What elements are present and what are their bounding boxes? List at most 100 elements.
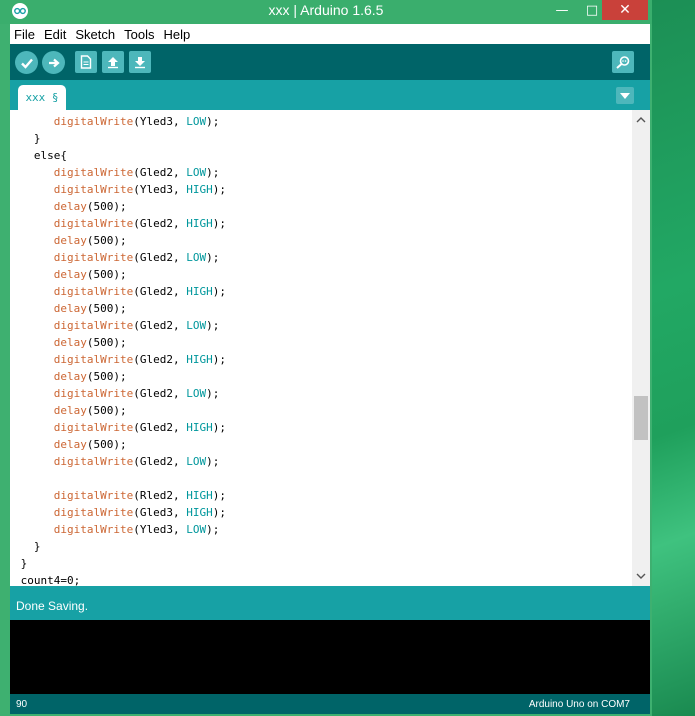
code-token: (Gled2, — [133, 166, 187, 179]
code-line: digitalWrite(Gled2, HIGH); — [14, 283, 226, 300]
code-line: delay(500); — [14, 198, 226, 215]
code-token: ); — [212, 285, 226, 298]
code-token: (Gled2, — [133, 353, 187, 366]
code-function: digitalWrite — [53, 217, 134, 230]
code-function: delay — [53, 438, 87, 451]
open-button[interactable] — [102, 51, 124, 73]
code-token: ); — [212, 217, 226, 230]
code-token: (Gled2, — [133, 421, 187, 434]
code-function: delay — [53, 302, 87, 315]
code-function: digitalWrite — [53, 489, 134, 502]
code-line: } — [14, 555, 226, 572]
code-function: digitalWrite — [53, 251, 134, 264]
code-line: digitalWrite(Yled3, LOW); — [14, 521, 226, 538]
close-button[interactable]: ✕ — [602, 0, 648, 20]
code-line: } — [14, 538, 226, 555]
code-token: ); — [206, 319, 220, 332]
menu-file[interactable]: File — [10, 27, 40, 42]
code-line: digitalWrite(Rled2, HIGH); — [14, 487, 226, 504]
code-function: digitalWrite — [53, 115, 134, 128]
code-line: delay(500); — [14, 436, 226, 453]
code-line: else{ — [14, 147, 226, 164]
chevron-down-icon — [620, 92, 630, 99]
serial-monitor-button[interactable] — [612, 51, 634, 73]
code-token: } — [14, 557, 28, 570]
code-constant: LOW — [186, 523, 207, 536]
code-line: delay(500); — [14, 368, 226, 385]
code-function: digitalWrite — [53, 183, 134, 196]
minimize-button[interactable]: — — [548, 0, 576, 20]
code-token: ); — [212, 183, 226, 196]
code-line: digitalWrite(Gled2, HIGH); — [14, 419, 226, 436]
menu-help[interactable]: Help — [159, 27, 195, 42]
new-button[interactable] — [75, 51, 97, 73]
code-function: digitalWrite — [53, 319, 134, 332]
code-token: ); — [206, 455, 220, 468]
code-constant: HIGH — [186, 183, 213, 196]
code-token: (Gled2, — [133, 285, 187, 298]
code-constant: LOW — [186, 115, 207, 128]
board-port-label: Arduino Uno on COM7 — [528, 699, 630, 710]
code-token: ); — [206, 387, 220, 400]
code-function: digitalWrite — [53, 421, 134, 434]
code-token: } — [14, 540, 41, 553]
scroll-up-icon[interactable] — [632, 112, 650, 128]
code-token: (500); — [86, 370, 127, 383]
code-constant: LOW — [186, 319, 207, 332]
scroll-thumb[interactable] — [634, 396, 648, 440]
menu-sketch[interactable]: Sketch — [71, 27, 120, 42]
verify-button[interactable] — [15, 51, 38, 74]
upload-icon — [48, 58, 60, 67]
save-button[interactable] — [129, 51, 151, 73]
code-function: digitalWrite — [53, 353, 134, 366]
code-token: (Gled2, — [133, 217, 187, 230]
code-editor[interactable]: digitalWrite(Yled3, LOW); } else{ digita… — [10, 110, 632, 586]
code-token: (Gled3, — [133, 506, 187, 519]
upload-button[interactable] — [42, 51, 65, 74]
code-function: delay — [53, 200, 87, 213]
editor-scrollbar[interactable] — [632, 110, 650, 586]
code-constant: LOW — [186, 455, 207, 468]
code-token: (500); — [86, 438, 127, 451]
scroll-down-icon[interactable] — [632, 568, 650, 584]
tab-menu-button[interactable] — [616, 87, 634, 104]
code-token: ); — [206, 115, 220, 128]
code-token: } — [14, 132, 41, 145]
code-line: digitalWrite(Gled2, LOW); — [14, 164, 226, 181]
menu-tools[interactable]: Tools — [120, 27, 159, 42]
code-function: delay — [53, 336, 87, 349]
toolbar — [10, 44, 650, 80]
code-line: digitalWrite(Gled2, LOW); — [14, 249, 226, 266]
code-token: (Gled2, — [133, 387, 187, 400]
menu-edit[interactable]: Edit — [40, 27, 71, 42]
code-token: ); — [206, 251, 220, 264]
code-line: count4=0; — [14, 572, 226, 586]
code-token: (Gled2, — [133, 455, 187, 468]
verify-icon — [20, 58, 33, 69]
code-function: delay — [53, 370, 87, 383]
code-function: delay — [53, 268, 87, 281]
code-line: digitalWrite(Yled3, HIGH); — [14, 181, 226, 198]
code-function: digitalWrite — [53, 285, 134, 298]
code-function: delay — [53, 404, 87, 417]
console-output[interactable] — [10, 620, 650, 694]
code-function: digitalWrite — [53, 506, 134, 519]
code-line: digitalWrite(Gled2, LOW); — [14, 317, 226, 334]
code-line: digitalWrite(Gled3, HIGH); — [14, 504, 226, 521]
tab-xxx[interactable]: xxx § — [18, 85, 66, 110]
code-line: delay(500); — [14, 402, 226, 419]
code-token: (Yled3, — [133, 183, 187, 196]
desktop-background — [652, 0, 695, 716]
new-icon — [80, 55, 92, 69]
code-constant: HIGH — [186, 489, 213, 502]
